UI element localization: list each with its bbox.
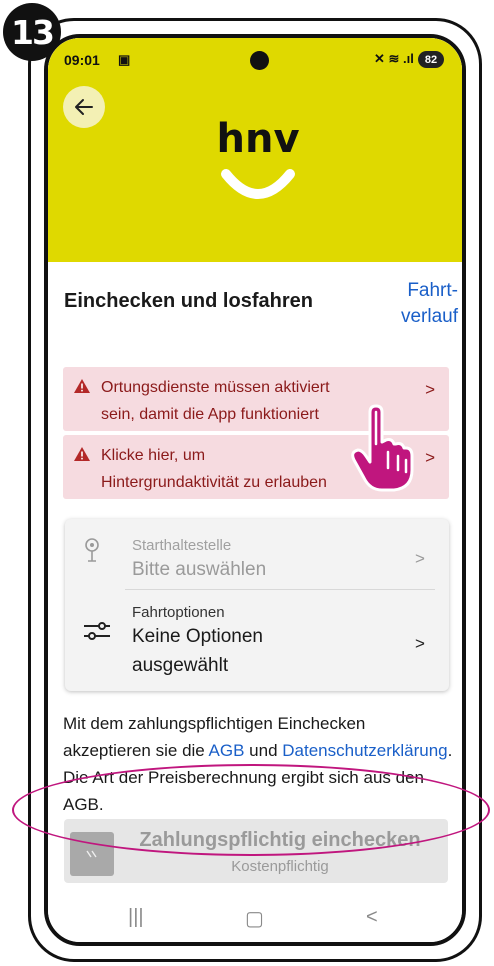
checkin-sublabel: Kostenpflichtig xyxy=(231,858,329,875)
trip-options-label: Fahrtoptionen xyxy=(132,604,225,621)
trip-options-row[interactable]: Fahrtoptionen Keine Optionen ausgewählt … xyxy=(65,590,449,690)
trip-history-line1: Fahrt- xyxy=(407,280,458,301)
signal-wifi-icons: ✕ ≋ .ıl xyxy=(374,51,414,66)
trip-options-value-line1: Keine Optionen xyxy=(132,626,263,647)
start-stop-row[interactable]: Starthaltestelle Bitte auswählen > xyxy=(65,519,449,589)
arrow-left-icon xyxy=(75,99,93,115)
hnv-logo: hnv xyxy=(216,116,300,199)
highlight-ellipse-annotation xyxy=(12,764,490,856)
recent-apps-icon[interactable]: ||| xyxy=(128,906,144,929)
battery-icon: 82 xyxy=(418,51,444,68)
app-header: 09:01 ▣ ✕ ≋ .ıl 82 hnv xyxy=(48,38,462,262)
chevron-right-icon: > xyxy=(425,380,435,399)
start-stop-label: Starthaltestelle xyxy=(132,537,232,554)
system-nav-bar: ||| ▢ < xyxy=(48,894,462,942)
chevron-right-icon: > xyxy=(415,549,425,568)
start-stop-value: Bitte auswählen xyxy=(132,559,267,580)
screen-record-icon: ▣ xyxy=(118,52,131,67)
warning-icon xyxy=(74,447,90,461)
step-number-badge: 13 xyxy=(3,3,61,61)
privacy-policy-link[interactable]: Datenschutzerklärung xyxy=(282,741,447,760)
trip-options-value-line2: ausgewählt xyxy=(132,655,229,676)
front-camera xyxy=(250,51,269,70)
trip-history-link[interactable]: Fahrt- verlauf xyxy=(368,278,458,330)
alert-text-line1: Ortungsdienste müssen aktiviert xyxy=(101,379,330,396)
trip-history-line2: verlauf xyxy=(400,306,458,327)
back-button[interactable] xyxy=(63,86,105,128)
tap-hand-icon xyxy=(351,404,414,492)
page-title: Einchecken und losfahren xyxy=(64,290,313,312)
trip-settings-card: Starthaltestelle Bitte auswählen > Fahrt… xyxy=(65,519,449,691)
sliders-icon xyxy=(84,622,110,640)
pin-icon xyxy=(85,538,99,562)
chevron-right-icon: > xyxy=(415,634,425,653)
agb-link[interactable]: AGB xyxy=(209,741,245,760)
chevron-right-icon: > xyxy=(425,448,435,467)
double-slash-icon xyxy=(86,850,97,858)
home-icon[interactable]: ▢ xyxy=(245,906,264,931)
warning-icon xyxy=(74,379,90,393)
status-bar: 09:01 ▣ ✕ ≋ .ıl 82 xyxy=(48,38,462,78)
logo-text: hnv xyxy=(216,116,299,162)
status-time: 09:01 xyxy=(64,52,100,68)
back-nav-icon[interactable]: < xyxy=(366,906,378,929)
terms-text-middle: und xyxy=(244,741,283,760)
